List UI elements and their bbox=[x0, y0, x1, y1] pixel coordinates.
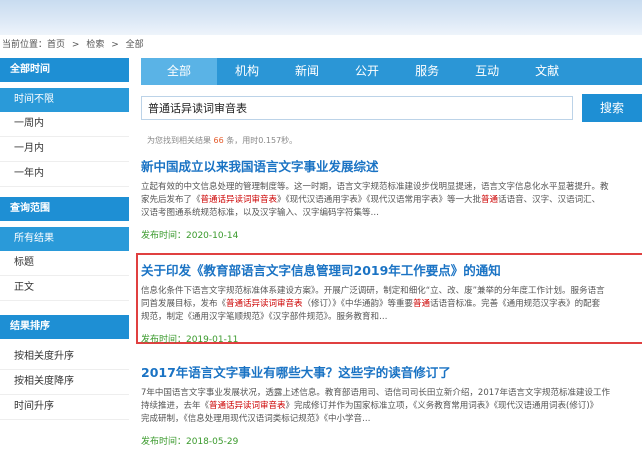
result-stats-prefix: 为您找到相关结果 bbox=[147, 136, 211, 145]
tab-institutions[interactable]: 机构 bbox=[217, 58, 277, 85]
snippet-text: 规范，制定《通用汉字笔顺规范》《汉字部件规范》。服务教育和… bbox=[141, 312, 388, 322]
snippet-line: 7年中国语言文字事业发展状况，透露上述信息。教育部语用司、语信司司长田立新介绍，… bbox=[141, 387, 642, 400]
keyword-highlight: 普通话异读词审音表 bbox=[200, 195, 278, 205]
snippet-line: 信息化条件下语言文字规范标准体系建设方案》。开展广泛调研，制定和细化“立、改、废… bbox=[141, 285, 642, 298]
snippet-text: （修订）》《中华通韵》等重要 bbox=[302, 299, 414, 309]
result-stats-suffix: 条，用时0.157秒。 bbox=[226, 136, 298, 145]
sidebar-section-sort-title: 结果排序 bbox=[0, 315, 129, 339]
breadcrumb-separator: > bbox=[71, 40, 80, 50]
keyword-highlight: 普通话异读词审音表 bbox=[226, 299, 303, 309]
snippet-text: 》完成修订并作为国家标准立项，《义务教育常用词表》《现代汉语通用词表(修订)》 bbox=[285, 401, 599, 411]
sidebar-item-past-year[interactable]: 一年内 bbox=[0, 162, 129, 187]
sidebar-section-scope-title: 查询范围 bbox=[0, 197, 129, 221]
snippet-line: 完成研制，《信息处理用现代汉语词类标记规范》《中小学音… bbox=[141, 413, 642, 426]
breadcrumb-current: 全部 bbox=[125, 40, 144, 50]
snippet-line: 立起有效的中文信息处理的管理制度等。这一时期，语言文字规范标准建设步伐明显提速，… bbox=[141, 181, 642, 194]
snippet-text: 汉语考图通系统规范标准，以及汉字输入、汉字编码字符集等… bbox=[141, 208, 380, 218]
snippet-text: 立起有效的中文信息处理的管理制度等。这一时期，语言文字规范标准建设步伐明显提速，… bbox=[141, 182, 609, 192]
tab-public-info[interactable]: 公开 bbox=[337, 58, 397, 85]
sidebar-item-any-time[interactable]: 时间不限 bbox=[0, 88, 129, 112]
tab-news[interactable]: 新闻 bbox=[277, 58, 337, 85]
sidebar-item-past-month[interactable]: 一月内 bbox=[0, 137, 129, 162]
snippet-text: 持续推进，去年《 bbox=[141, 401, 210, 411]
snippet-text: 》《现代汉语通用字表》《现代汉语常用字表》等一大批 bbox=[277, 195, 482, 205]
keyword-highlight: 普通 bbox=[413, 299, 431, 309]
tab-services[interactable]: 服务 bbox=[397, 58, 457, 85]
sidebar-item-title-only[interactable]: 标题 bbox=[0, 251, 129, 276]
result-date: 发布时间：2018-05-29 bbox=[141, 437, 239, 447]
keyword-highlight: 普通话异读词审音表 bbox=[209, 401, 286, 411]
sidebar-item-sort-time-asc[interactable]: 时间升序 bbox=[0, 395, 129, 420]
snippet-line: 家先后发布了《普通话异读词审音表》《现代汉语通用字表》《现代汉语常用字表》等一大… bbox=[141, 194, 642, 207]
snippet-text: 话语音、汉字、汉语词汇、 bbox=[498, 195, 601, 205]
search-result: 关于印发《教育部语言文字信息管理司2019年工作要点》的通知 信息化条件下语言文… bbox=[141, 260, 642, 345]
result-date: 发布时间：2019-01-11 bbox=[141, 335, 239, 345]
result-title[interactable]: 关于印发《教育部语言文字信息管理司2019年工作要点》的通知 bbox=[141, 260, 642, 279]
tab-documents[interactable]: 文献 bbox=[517, 58, 577, 85]
snippet-text: 家先后发布了《 bbox=[141, 195, 201, 205]
result-snippet: 信息化条件下语言文字规范标准体系建设方案》。开展广泛调研，制定和细化“立、改、废… bbox=[141, 285, 642, 324]
result-snippet: 立起有效的中文信息处理的管理制度等。这一时期，语言文字规范标准建设步伐明显提速，… bbox=[141, 181, 642, 220]
breadcrumb: 当前位置：首页 > 检索 > 全部 bbox=[0, 35, 642, 55]
result-snippet: 7年中国语言文字事业发展状况，透露上述信息。教育部语用司、语信司司长田立新介绍，… bbox=[141, 387, 642, 426]
breadcrumb-location: 当前位置：首页 bbox=[2, 40, 66, 50]
search-input[interactable]: 普通话异读词审音表 bbox=[141, 96, 573, 120]
tab-all[interactable]: 全部 bbox=[141, 58, 218, 85]
result-date: 发布时间：2020-10-14 bbox=[141, 231, 239, 241]
result-count: 66 bbox=[213, 136, 224, 145]
snippet-text: 7年中国语言文字事业发展状况，透露上述信息。教育部语用司、语信司司长田立新介绍，… bbox=[141, 388, 611, 398]
search-result: 2017年语言文字事业有哪些大事？这些字的读音修订了 7年中国语言文字事业发展状… bbox=[141, 362, 642, 447]
sidebar-item-body-text[interactable]: 正文 bbox=[0, 276, 129, 301]
sidebar-item-past-week[interactable]: 一周内 bbox=[0, 112, 129, 137]
result-stats: 为您找到相关结果 66 条，用时0.157秒。 bbox=[147, 135, 297, 146]
sidebar-item-sort-relevance-desc[interactable]: 按相关度降序 bbox=[0, 370, 129, 395]
snippet-text: 话语音标准。完善《通用规范汉字表》的配套 bbox=[430, 299, 601, 309]
tab-interaction[interactable]: 互动 bbox=[457, 58, 517, 85]
snippet-line: 规范，制定《通用汉字笔顺规范》《汉字部件规范》。服务教育和… bbox=[141, 311, 642, 324]
result-title[interactable]: 2017年语言文字事业有哪些大事？这些字的读音修订了 bbox=[141, 362, 642, 381]
snippet-line: 同首发展目标，发布《普通话异读词审音表（修订）》《中华通韵》等重要普通话语音标准… bbox=[141, 298, 642, 311]
keyword-highlight: 普通 bbox=[481, 195, 499, 205]
snippet-line: 汉语考图通系统规范标准，以及汉字输入、汉字编码字符集等… bbox=[141, 207, 642, 220]
search-button[interactable]: 搜索 bbox=[582, 94, 642, 122]
header-banner bbox=[0, 0, 642, 35]
snippet-line: 持续推进，去年《普通话异读词审音表》完成修订并作为国家标准立项，《义务教育常用词… bbox=[141, 400, 642, 413]
sidebar-section-time-title[interactable]: 全部时间 bbox=[0, 58, 129, 82]
category-tabs: 全部 机构 新闻 公开 服务 互动 文献 bbox=[141, 58, 642, 85]
breadcrumb-link-search[interactable]: 检索 bbox=[86, 40, 104, 50]
snippet-text: 完成研制，《信息处理用现代汉语词类标记规范》《中小学音… bbox=[141, 414, 371, 424]
filter-sidebar: 全部时间 时间不限 一周内 一月内 一年内 查询范围 所有结果 标题 正文 结果… bbox=[0, 58, 129, 420]
search-result: 新中国成立以来我国语言文字事业发展综述 立起有效的中文信息处理的管理制度等。这一… bbox=[141, 156, 642, 241]
snippet-text: 同首发展目标，发布《 bbox=[141, 299, 227, 309]
breadcrumb-separator: > bbox=[111, 40, 119, 50]
snippet-text: 信息化条件下语言文字规范标准体系建设方案》。开展广泛调研，制定和细化“立、改、废… bbox=[141, 286, 605, 296]
sidebar-item-sort-relevance-asc[interactable]: 按相关度升序 bbox=[0, 345, 129, 370]
sidebar-item-all-results[interactable]: 所有结果 bbox=[0, 227, 129, 251]
result-title[interactable]: 新中国成立以来我国语言文字事业发展综述 bbox=[141, 156, 642, 175]
